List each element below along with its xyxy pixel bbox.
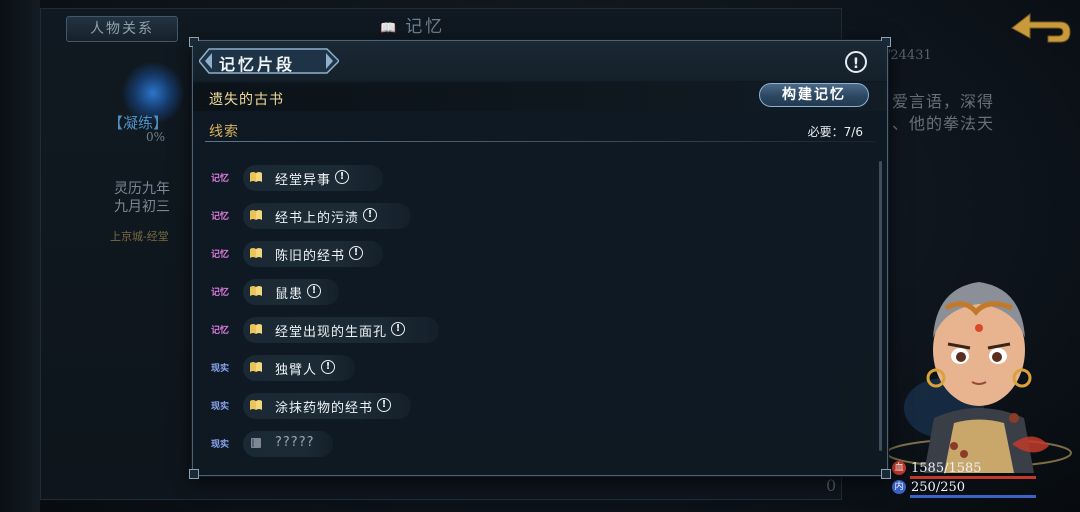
clue-tag-memory: 记忆: [211, 174, 230, 184]
mp-bar: [910, 495, 1036, 498]
clue-item[interactable]: 记忆 经书上的污渍 !: [207, 197, 707, 235]
mp-value: 250/250: [911, 479, 966, 495]
back-button[interactable]: [1008, 8, 1072, 48]
build-memory-button[interactable]: 构建记忆: [759, 83, 869, 107]
alert-icon[interactable]: !: [391, 322, 405, 336]
clue-text: 鼠患: [275, 287, 304, 302]
book-spine: [0, 0, 40, 512]
clue-text: 独臂人: [275, 363, 318, 378]
clue-tag-memory: 记忆: [211, 326, 230, 336]
clue-item-locked[interactable]: 现实 ?????: [207, 425, 707, 463]
alert-icon[interactable]: !: [321, 360, 335, 374]
clue-item[interactable]: 现实 涂抹药物的经书 !: [207, 387, 707, 425]
clue-text: 经书上的污渍: [275, 211, 360, 226]
clue-section-label: 线索: [209, 124, 239, 140]
clue-text: 经堂出现的生面孔: [275, 325, 388, 340]
book-icon: [250, 400, 262, 410]
book-icon: [250, 172, 262, 182]
date-year: 灵历九年: [114, 181, 170, 197]
book-icon: 📖: [380, 21, 400, 36]
divider: [205, 141, 875, 142]
book-header-text: 记忆: [405, 17, 446, 37]
score-text: /24431: [886, 48, 932, 63]
hp-icon: 血: [892, 461, 906, 475]
clue-tag-memory: 记忆: [211, 250, 230, 260]
mp-icon: 内: [892, 480, 906, 494]
clue-tag-reality: 现实: [211, 402, 230, 412]
dialog-title: 记忆片段: [219, 55, 296, 74]
alert-icon[interactable]: !: [363, 208, 377, 222]
book-header-title: 📖 记忆: [380, 14, 445, 40]
required-count: 必要：7/6: [807, 125, 863, 139]
scrollbar[interactable]: [879, 161, 882, 451]
book-icon: [250, 248, 262, 258]
alert-icon[interactable]: !: [377, 398, 391, 412]
corner-ornament: [189, 469, 199, 479]
clue-tag-memory: 记忆: [211, 288, 230, 298]
condense-percent: 0%: [146, 130, 166, 144]
clue-item[interactable]: 记忆 陈旧的经书 !: [207, 235, 707, 273]
info-icon[interactable]: !: [845, 51, 867, 73]
mp-stat: 内 250/250: [892, 479, 965, 495]
page-number: 0: [826, 476, 837, 495]
character-portrait[interactable]: [884, 268, 1074, 473]
book-icon: [250, 362, 262, 372]
book-icon: [250, 286, 262, 296]
clue-text-unknown: ?????: [275, 435, 315, 450]
alert-icon[interactable]: !: [349, 246, 363, 260]
corner-ornament: [881, 469, 891, 479]
location-label: 上京城-经堂: [110, 230, 169, 243]
clue-item[interactable]: 记忆 经堂出现的生面孔 !: [207, 311, 707, 349]
memory-fragment-dialog: 记忆片段 ! 遗失的古书 构建记忆 线索 必要：7/6 记忆 经堂异事 ! 记忆…: [189, 37, 891, 479]
book-icon: [250, 210, 262, 220]
alert-icon[interactable]: !: [307, 284, 321, 298]
hp-stat: 血 1585/1585: [892, 460, 982, 476]
clue-item[interactable]: 现实 独臂人 !: [207, 349, 707, 387]
story-text-line2: 、他的拳法天: [892, 114, 995, 133]
closed-book-icon: [251, 438, 261, 448]
subject-title: 遗失的古书: [209, 92, 284, 108]
hp-value: 1585/1585: [911, 460, 982, 476]
story-text-line1: 爱言语，深得: [892, 92, 995, 111]
clue-text: 经堂异事: [275, 173, 332, 188]
clue-text: 涂抹药物的经书: [275, 401, 374, 416]
clue-tag-reality: 现实: [211, 364, 230, 374]
tab-character-relations[interactable]: 人物关系: [66, 16, 178, 42]
alert-icon[interactable]: !: [335, 170, 349, 184]
clue-text: 陈旧的经书: [275, 249, 346, 264]
book-icon: [250, 324, 262, 334]
clue-tag-reality: 现实: [211, 440, 230, 450]
clue-item[interactable]: 记忆 鼠患 !: [207, 273, 707, 311]
clue-tag-memory: 记忆: [211, 212, 230, 222]
date-day: 九月初三: [114, 199, 170, 215]
clue-item[interactable]: 记忆 经堂异事 !: [207, 159, 707, 197]
clue-list: 记忆 经堂异事 ! 记忆 经书上的污渍 ! 记忆 陈旧的经书 ! 记忆 鼠患 !: [207, 159, 867, 463]
